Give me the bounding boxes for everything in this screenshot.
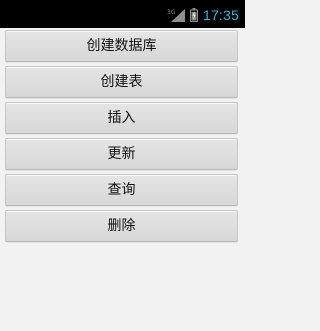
database-actions-list: 创建数据库 创建表 插入 更新 查询 删除 <box>5 30 238 246</box>
network-type-label: 3G <box>167 9 176 16</box>
status-bar: 3G 17:35 <box>0 0 245 28</box>
create-database-button[interactable]: 创建数据库 <box>5 30 238 62</box>
status-indicators: 3G 17:35 <box>167 6 239 24</box>
battery-icon <box>189 8 198 22</box>
clock-time: 17:35 <box>202 7 239 23</box>
update-button[interactable]: 更新 <box>5 138 238 170</box>
insert-button[interactable]: 插入 <box>5 102 238 134</box>
android-screen: 3G 17:35 创建数据库 创建表 插入 更新 查询 删除 <box>0 0 245 331</box>
create-table-button[interactable]: 创建表 <box>5 66 238 98</box>
signal-icon: 3G <box>167 9 185 22</box>
query-button[interactable]: 查询 <box>5 174 238 206</box>
delete-button[interactable]: 删除 <box>5 210 238 242</box>
